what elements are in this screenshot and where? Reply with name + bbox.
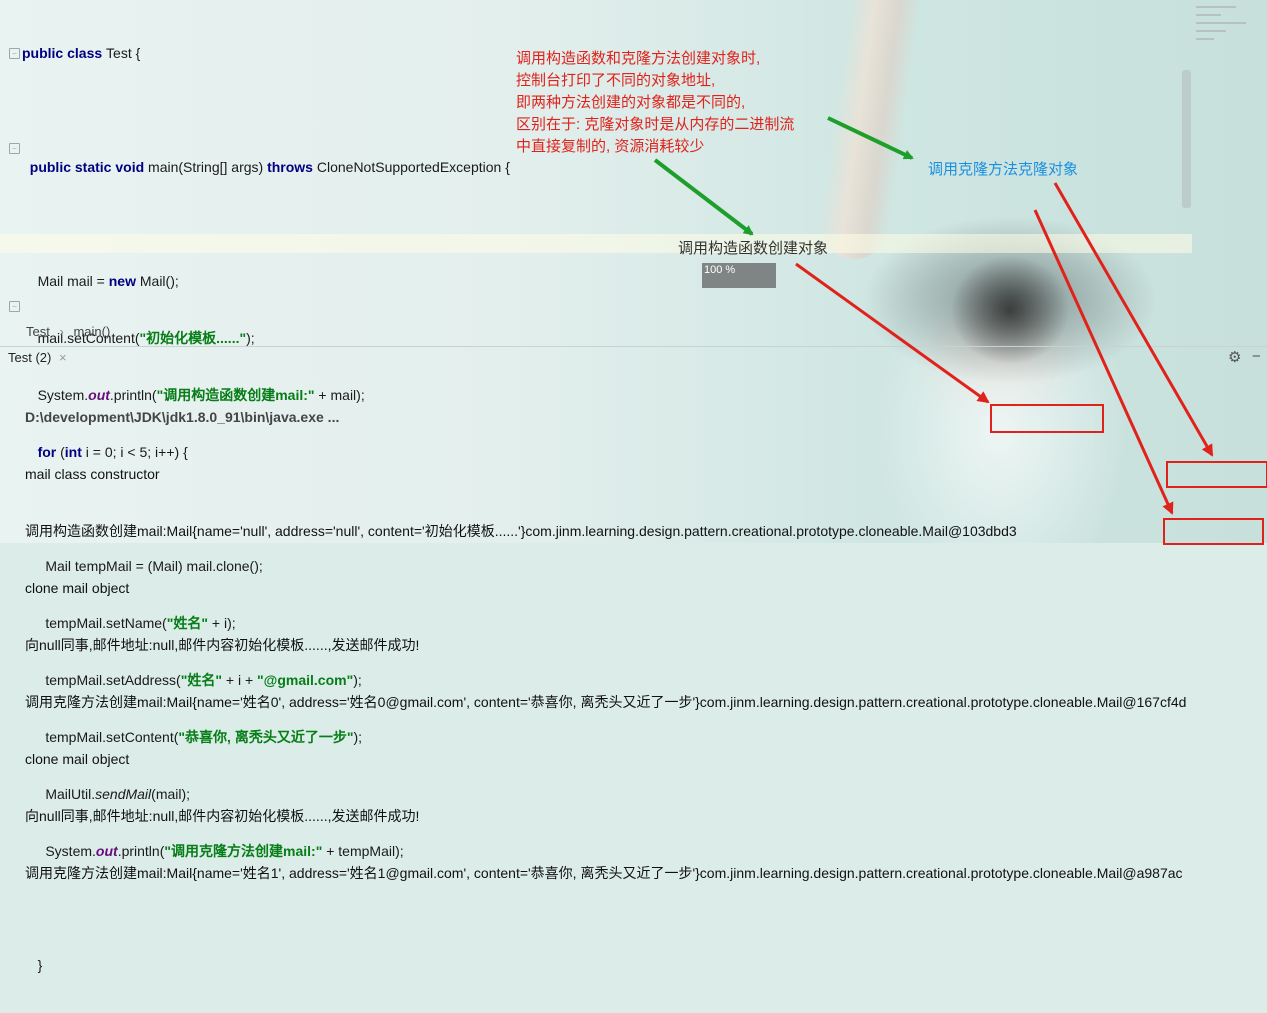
code-token: Mail mail =	[37, 273, 109, 289]
highlight-box-clone-1	[1166, 461, 1267, 488]
run-tab-label: Test (2)	[8, 350, 52, 365]
code-string: "初始化模板......"	[139, 330, 247, 346]
explanation-note: 调用构造函数和克隆方法创建对象时, 控制台打印了不同的对象地址, 即两种方法创建…	[516, 50, 795, 155]
console-line: 调用克隆方法创建mail:Mail{name='姓名1', address='姓…	[25, 865, 1183, 881]
editor-minimap	[1196, 0, 1256, 100]
constructor-label: 调用构造函数创建对象	[678, 240, 829, 257]
editor-gutter: − − −	[0, 0, 22, 320]
clone-label: 调用克隆方法克隆对象	[928, 161, 1079, 178]
highlight-box-constructor	[990, 404, 1104, 433]
close-icon[interactable]: ×	[59, 350, 67, 365]
fold-icon[interactable]: −	[9, 301, 20, 312]
minimize-icon[interactable]: −	[1252, 348, 1261, 365]
console-line: clone mail object	[25, 751, 130, 767]
editor-scrollbar[interactable]	[1182, 70, 1191, 208]
run-panel-header: Test (2) ×	[0, 346, 1267, 369]
console-line: 调用构造函数创建mail:Mail{name='null', address='…	[25, 523, 1017, 539]
fold-icon[interactable]: −	[9, 48, 20, 59]
code-token: );	[246, 330, 255, 346]
console-line: clone mail object	[25, 580, 130, 596]
code-token: Test {	[106, 45, 141, 61]
breadcrumb-separator: ›	[59, 324, 64, 339]
code-token: main(String[] args)	[148, 159, 268, 175]
code-token: throws	[267, 159, 317, 175]
tab-run-test[interactable]: Test (2) ×	[8, 350, 67, 365]
code-token: }	[37, 957, 43, 973]
progress-indicator: 100 %	[702, 263, 776, 288]
console-line: 调用克隆方法创建mail:Mail{name='姓名0', address='姓…	[25, 694, 1187, 710]
code-token: public class	[22, 45, 107, 61]
breadcrumb-method[interactable]: main()	[73, 324, 110, 339]
highlight-box-clone-2	[1163, 518, 1264, 545]
breadcrumb-class[interactable]: Test	[26, 324, 50, 339]
console-line: mail class constructor	[25, 466, 160, 482]
console-line: 向null同事,邮件地址:null,邮件内容初始化模板......,发送邮件成功…	[25, 808, 420, 824]
gear-icon[interactable]: ⚙	[1228, 348, 1241, 366]
fold-icon[interactable]: −	[9, 143, 20, 154]
code-token: public static void	[29, 159, 149, 175]
code-token: CloneNotSupportedException {	[316, 159, 510, 175]
console-output: D:\development\JDK\jdk1.8.0_91\bin\java.…	[25, 370, 1186, 902]
breadcrumb: Test › main()	[26, 324, 110, 339]
code-token: new	[108, 273, 140, 289]
console-line: 向null同事,邮件地址:null,邮件内容初始化模板......,发送邮件成功…	[25, 637, 420, 653]
code-token: Mail();	[139, 273, 179, 289]
